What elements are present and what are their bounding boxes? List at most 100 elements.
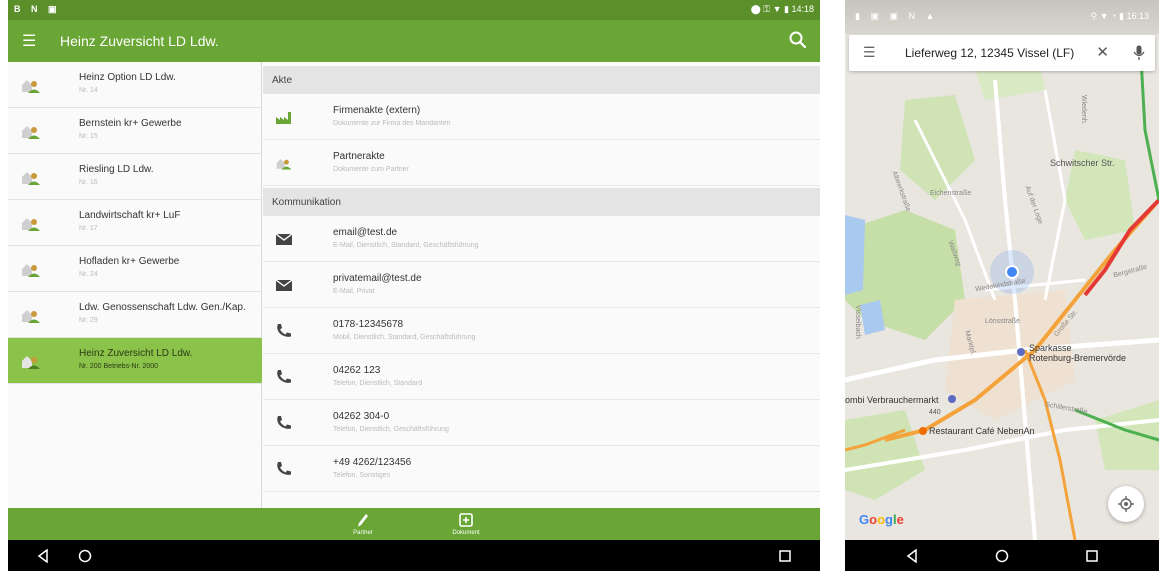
dokument-button[interactable]: Dokument bbox=[436, 510, 496, 538]
map-label: Wiedenh. bbox=[1080, 95, 1087, 125]
row-title: Firmenakte (extern) bbox=[333, 105, 421, 116]
back-icon[interactable] bbox=[905, 549, 919, 563]
map-label-sparkasse: Sparkasse Rotenburg-Bremervörde bbox=[1029, 343, 1127, 363]
phone-icon bbox=[277, 462, 291, 475]
mail-icon bbox=[275, 279, 293, 291]
phone-icon bbox=[277, 416, 291, 429]
google-logo: Google bbox=[859, 512, 904, 527]
row-title: 0178-12345678 bbox=[333, 319, 404, 330]
partner-icon bbox=[276, 158, 292, 170]
row-title: Partnerakte bbox=[333, 151, 385, 162]
bottom-action-bar: Partner Dokument bbox=[8, 508, 820, 540]
back-icon[interactable] bbox=[36, 549, 50, 563]
recents-icon[interactable] bbox=[778, 549, 792, 563]
row-title: 04262 304-0 bbox=[333, 411, 390, 422]
section-header-kommunikation: Kommunikation bbox=[263, 188, 820, 216]
document-add-icon bbox=[459, 513, 473, 527]
tablet-screen: B N ▣ ⬤ ⚿ ▼ ▮ 14:18 ☰ Heinz Zuversicht L… bbox=[8, 0, 820, 571]
close-icon[interactable]: ✕ bbox=[1096, 43, 1109, 61]
menu-icon[interactable]: ☰ bbox=[22, 31, 36, 51]
contact-row[interactable]: privatemail@test.de E-Mail, Privat bbox=[263, 262, 820, 308]
partner-name: Hofladen kr+ Gewerbe bbox=[79, 256, 180, 267]
factory-icon bbox=[276, 112, 291, 124]
row-subtitle: E-Mail, Privat bbox=[333, 288, 375, 295]
map-label-restaurant: Restaurant Café NebenAn bbox=[929, 426, 1035, 436]
microphone-icon[interactable] bbox=[1133, 45, 1145, 61]
page-title: Heinz Zuversicht LD Ldw. bbox=[60, 33, 219, 49]
row-subtitle: Mobil, Dienstlich, Standard, Geschäftsfü… bbox=[333, 334, 476, 341]
partner-number: Nr. 16 bbox=[79, 179, 98, 186]
status-right-info: ⚲ ▼ ◔ ▮ 16:13 bbox=[1090, 11, 1149, 21]
contact-row[interactable]: 04262 304-0 Telefon, Dienstlich, Geschäf… bbox=[263, 400, 820, 446]
phone-icon bbox=[277, 324, 291, 337]
akte-row-partnerakte[interactable]: Partnerakte Dokumente zum Partner bbox=[263, 140, 820, 186]
row-subtitle: Telefon, Dienstlich, Standard bbox=[333, 380, 423, 387]
search-input[interactable]: Lieferweg 12, 12345 Vissel (LF) bbox=[905, 46, 1074, 60]
partner-name: Heinz Zuversicht LD Ldw. bbox=[79, 348, 193, 359]
row-subtitle: Telefon, Sonstiges bbox=[333, 472, 391, 479]
partner-number: Nr. 14 bbox=[79, 87, 98, 94]
status-left-icons: ▮ ▣ ▣ N ▲ bbox=[855, 11, 939, 21]
road-number: 440 bbox=[929, 409, 941, 416]
phone-icon bbox=[277, 370, 291, 383]
contact-row[interactable]: +49 4262/123456 Telefon, Sonstiges bbox=[263, 446, 820, 492]
pencil-icon bbox=[358, 514, 368, 527]
recents-icon[interactable] bbox=[1085, 549, 1099, 563]
row-title: +49 4262/123456 bbox=[333, 457, 412, 468]
contact-row[interactable]: email@test.de E-Mail, Dienstlich, Standa… bbox=[263, 216, 820, 262]
partner-number: Nr. 15 bbox=[79, 133, 98, 140]
map-label: Eichenstraße bbox=[930, 190, 972, 197]
map-label: Visselbach bbox=[854, 305, 861, 339]
partner-number: Nr. 17 bbox=[79, 225, 98, 232]
partner-number: Nr. 24 bbox=[79, 271, 98, 278]
partner-list-item[interactable]: Riesling LD Ldw. Nr. 16 bbox=[8, 154, 262, 200]
partner-number: Nr. 200 Betriebs-Nr. 2000 bbox=[79, 363, 158, 370]
search-icon[interactable] bbox=[788, 30, 808, 50]
partner-name: Landwirtschaft kr+ LuF bbox=[79, 210, 181, 221]
partner-icon bbox=[22, 172, 40, 185]
partner-list-item[interactable]: Landwirtschaft kr+ LuF Nr. 17 bbox=[8, 200, 262, 246]
partner-icon bbox=[22, 80, 40, 93]
partner-name: Bernstein kr+ Gewerbe bbox=[79, 118, 182, 129]
system-nav-bar bbox=[845, 540, 1159, 571]
map-label: Schwitscher Str. bbox=[1050, 158, 1115, 168]
row-title: privatemail@test.de bbox=[333, 273, 422, 284]
menu-icon[interactable]: ☰ bbox=[863, 44, 876, 61]
home-icon[interactable] bbox=[995, 549, 1009, 563]
partner-list-item-selected[interactable]: Heinz Zuversicht LD Ldw. Nr. 200 Betrieb… bbox=[8, 338, 262, 384]
app-bar: ☰ Heinz Zuversicht LD Ldw. bbox=[8, 20, 820, 62]
contact-row[interactable]: 0178-12345678 Mobil, Dienstlich, Standar… bbox=[263, 308, 820, 354]
row-title: email@test.de bbox=[333, 227, 398, 238]
row-subtitle: Telefon, Dienstlich, Geschäftsführung bbox=[333, 426, 449, 433]
dokument-button-label: Dokument bbox=[452, 530, 480, 536]
map-label: Lönsstraße bbox=[985, 318, 1021, 325]
partner-name: Heinz Option LD Ldw. bbox=[79, 72, 176, 83]
partner-list-item[interactable]: Heinz Option LD Ldw. Nr. 14 bbox=[8, 62, 262, 108]
status-left-icons: B N ▣ bbox=[14, 4, 61, 14]
partner-list-item[interactable]: Ldw. Genossenschaft Ldw. Gen./Kap. Nr. 2… bbox=[8, 292, 262, 338]
partner-list-item[interactable]: Bernstein kr+ Gewerbe Nr. 15 bbox=[8, 108, 262, 154]
contact-row[interactable]: 04262 123 Telefon, Dienstlich, Standard bbox=[263, 354, 820, 400]
map-search-box[interactable]: ☰ Lieferweg 12, 12345 Vissel (LF) ✕ bbox=[849, 35, 1155, 71]
status-bar: ▮ ▣ ▣ N ▲ ⚲ ▼ ◔ ▮ 16:13 bbox=[845, 0, 1159, 34]
partner-list-item[interactable]: Hofladen kr+ Gewerbe Nr. 24 bbox=[8, 246, 262, 292]
map-view[interactable] bbox=[845, 0, 1159, 540]
map-label-verbrauchermarkt: ombi Verbrauchermarkt bbox=[845, 395, 939, 405]
partner-button[interactable]: Partner bbox=[333, 510, 393, 538]
partner-name: Ldw. Genossenschaft Ldw. Gen./Kap. bbox=[79, 302, 246, 313]
phone-screen: Schwitscher Str. Eichenstraße Altwerkstr… bbox=[845, 0, 1159, 571]
crosshair-icon bbox=[1118, 496, 1134, 512]
partner-icon bbox=[22, 264, 40, 277]
partner-icon bbox=[22, 126, 40, 139]
partner-detail: Akte Firmenakte (extern) Dokumente zur F… bbox=[263, 62, 820, 508]
my-location-button[interactable] bbox=[1108, 486, 1144, 522]
home-icon[interactable] bbox=[78, 549, 92, 563]
partner-name: Riesling LD Ldw. bbox=[79, 164, 154, 175]
status-right-info: ⬤ ⚿ ▼ ▮ 14:18 bbox=[750, 4, 814, 14]
mail-icon bbox=[275, 233, 293, 245]
system-nav-bar bbox=[8, 540, 820, 571]
row-subtitle: E-Mail, Dienstlich, Standard, Geschäftsf… bbox=[333, 242, 479, 249]
akte-row-firmenakte[interactable]: Firmenakte (extern) Dokumente zur Firma … bbox=[263, 94, 820, 140]
row-subtitle: Dokumente zum Partner bbox=[333, 166, 409, 173]
partner-icon bbox=[22, 310, 40, 323]
